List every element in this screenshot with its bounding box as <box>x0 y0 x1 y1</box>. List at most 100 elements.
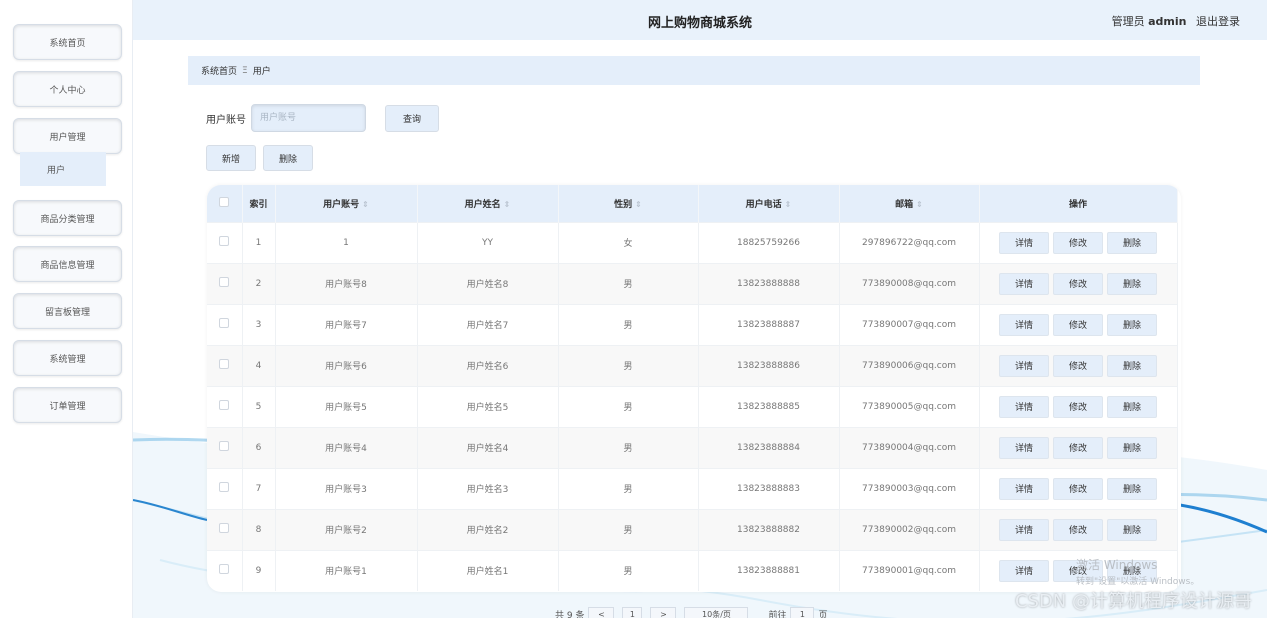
row-checkbox[interactable] <box>219 318 230 328</box>
cell-actions: 详情 修改 删除 <box>979 262 1178 304</box>
csdn-watermark: CSDN @计算机程序设计源哥 <box>1014 591 1252 612</box>
sidebar-item-personal-center[interactable]: 个人中心 <box>13 71 122 107</box>
cell-index: 7 <box>242 467 276 509</box>
sort-icon[interactable]: ⇕ <box>785 200 792 209</box>
sort-icon[interactable]: ⇕ <box>635 200 642 209</box>
table-row[interactable]: 5 用户账号5 用户姓名5 男 13823888885 773890005@qq.com 详… <box>207 385 1178 427</box>
detail-button[interactable]: 详情 <box>999 518 1049 541</box>
row-select-cell <box>207 508 243 550</box>
delete-button[interactable]: 删除 <box>1107 313 1157 336</box>
detail-button[interactable]: 详情 <box>999 559 1049 582</box>
detail-button[interactable]: 详情 <box>999 354 1049 377</box>
cell-name: YY <box>417 221 559 263</box>
select-all-checkbox[interactable] <box>219 196 230 207</box>
row-checkbox[interactable] <box>219 482 230 492</box>
page-number[interactable]: 1 <box>622 607 643 618</box>
edit-button[interactable]: 修改 <box>1053 231 1103 254</box>
edit-button[interactable]: 修改 <box>1053 518 1103 541</box>
column-header-email[interactable]: 邮箱 ⇕ <box>839 185 980 222</box>
row-checkbox[interactable] <box>219 236 230 246</box>
edit-button[interactable]: 修改 <box>1053 477 1103 500</box>
sort-icon[interactable]: ⇕ <box>916 200 923 209</box>
goto-page-input[interactable]: 1 <box>790 607 815 618</box>
detail-button[interactable]: 详情 <box>999 313 1049 336</box>
cell-account: 1 <box>275 221 418 263</box>
breadcrumb-home[interactable]: 系统首页 <box>201 64 237 77</box>
column-header-name[interactable]: 用户姓名 ⇕ <box>417 185 559 222</box>
sort-icon[interactable]: ⇕ <box>362 200 369 209</box>
table-row[interactable]: 1 1 YY 女 18825759266 297896722@qq.com 详情 修改 删除 <box>207 221 1178 263</box>
table-row[interactable]: 9 用户账号1 用户姓名1 男 13823888881 773890001@qq.com 详… <box>207 549 1178 591</box>
table-row[interactable]: 2 用户账号8 用户姓名8 男 13823888888 773890008@qq.com 详… <box>207 262 1178 304</box>
add-button[interactable]: 新增 <box>206 145 256 171</box>
sidebar-item-system-management[interactable]: 系统管理 <box>13 340 122 376</box>
row-checkbox[interactable] <box>219 400 230 410</box>
cell-gender: 男 <box>558 262 699 304</box>
column-header-account[interactable]: 用户账号 ⇕ <box>275 185 418 222</box>
edit-button[interactable]: 修改 <box>1053 436 1103 459</box>
next-page-button[interactable]: > <box>650 607 677 618</box>
sidebar-item-user-management[interactable]: 用户管理 <box>13 118 122 154</box>
cell-email: 773890003@qq.com <box>839 467 980 509</box>
cell-phone: 13823888883 <box>698 467 840 509</box>
row-checkbox[interactable] <box>219 277 230 287</box>
sidebar-item-order-management[interactable]: 订单管理 <box>13 387 122 423</box>
cell-gender: 男 <box>558 303 699 345</box>
row-select-cell <box>207 303 243 345</box>
cell-gender: 女 <box>558 221 699 263</box>
edit-button[interactable]: 修改 <box>1053 395 1103 418</box>
column-header-gender[interactable]: 性别 ⇕ <box>558 185 699 222</box>
sidebar-item-category-management[interactable]: 商品分类管理 <box>13 200 122 236</box>
table-row[interactable]: 8 用户账号2 用户姓名2 男 13823888882 773890002@qq.com 详… <box>207 508 1178 550</box>
detail-button[interactable]: 详情 <box>999 477 1049 500</box>
sort-icon[interactable]: ⇕ <box>504 200 511 209</box>
detail-button[interactable]: 详情 <box>999 436 1049 459</box>
sidebar-subitem-users[interactable]: 用户 <box>20 152 106 186</box>
query-button[interactable]: 查询 <box>385 104 439 132</box>
cell-actions: 详情 修改 删除 <box>979 221 1178 263</box>
row-checkbox[interactable] <box>219 359 230 369</box>
cell-phone: 13823888881 <box>698 549 840 591</box>
watermark-line2: 转到"设置"以激活 Windows。 <box>1076 577 1200 587</box>
delete-button[interactable]: 删除 <box>1107 518 1157 541</box>
delete-button[interactable]: 删除 <box>1107 477 1157 500</box>
row-checkbox[interactable] <box>219 564 230 575</box>
cell-email: 773890008@qq.com <box>839 262 980 304</box>
row-checkbox[interactable] <box>219 441 230 451</box>
detail-button[interactable]: 详情 <box>999 272 1049 295</box>
table-row[interactable]: 7 用户账号3 用户姓名3 男 13823888883 773890003@qq.com 详… <box>207 467 1178 509</box>
app-title: 网上购物商城系统 <box>647 16 752 31</box>
column-header-phone[interactable]: 用户电话 ⇕ <box>698 185 840 222</box>
batch-delete-button[interactable]: 删除 <box>263 145 313 171</box>
delete-button[interactable]: 删除 <box>1107 436 1157 459</box>
cell-account: 用户账号7 <box>275 303 418 345</box>
cell-index: 2 <box>242 262 276 304</box>
table-row[interactable]: 4 用户账号6 用户姓名6 男 13823888886 773890006@qq.com 详… <box>207 344 1178 386</box>
detail-button[interactable]: 详情 <box>999 395 1049 418</box>
column-header-index: 索引 <box>242 185 276 222</box>
delete-button[interactable]: 删除 <box>1107 354 1157 377</box>
sidebar-item-home[interactable]: 系统首页 <box>13 24 122 60</box>
logout-link[interactable]: 退出登录 <box>1196 15 1240 28</box>
breadcrumb: 系统首页 Ξ 用户 <box>188 56 1200 85</box>
cell-account: 用户账号3 <box>275 467 418 509</box>
search-input[interactable] <box>251 104 366 132</box>
cell-actions: 详情 修改 删除 <box>979 508 1178 550</box>
sidebar-item-label: 订单管理 <box>49 401 86 412</box>
edit-button[interactable]: 修改 <box>1053 354 1103 377</box>
sidebar-item-message-board[interactable]: 留言板管理 <box>13 293 122 329</box>
prev-page-button[interactable]: < <box>588 607 615 618</box>
detail-button[interactable]: 详情 <box>999 231 1049 254</box>
delete-button[interactable]: 删除 <box>1107 231 1157 254</box>
table-row[interactable]: 3 用户账号7 用户姓名7 男 13823888887 773890007@qq.com 详… <box>207 303 1178 345</box>
edit-button[interactable]: 修改 <box>1053 272 1103 295</box>
user-info: 管理员 admin 退出登录 <box>1112 13 1240 29</box>
table-row[interactable]: 6 用户账号4 用户姓名4 男 13823888884 773890004@qq.com 详… <box>207 426 1178 468</box>
cell-actions: 详情 修改 删除 <box>979 467 1178 509</box>
page-size-select[interactable]: 10条/页 <box>684 607 749 618</box>
row-checkbox[interactable] <box>219 523 230 533</box>
sidebar-item-product-management[interactable]: 商品信息管理 <box>13 246 122 282</box>
edit-button[interactable]: 修改 <box>1053 313 1103 336</box>
delete-button[interactable]: 删除 <box>1107 395 1157 418</box>
delete-button[interactable]: 删除 <box>1107 272 1157 295</box>
